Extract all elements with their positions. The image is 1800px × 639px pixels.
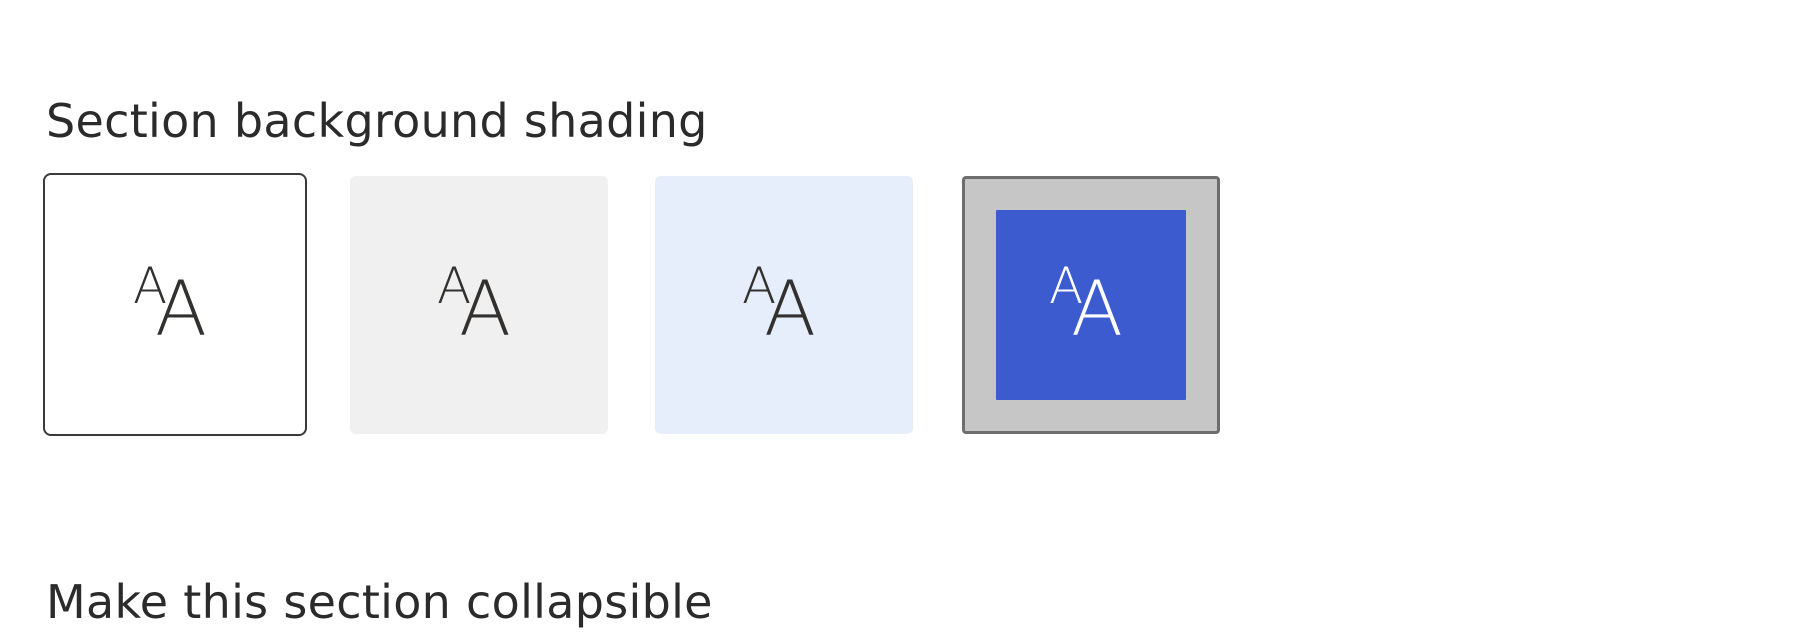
shading-option-neutral[interactable]: A A (350, 176, 608, 434)
shading-options-group: A A A A A A A A (43, 173, 1223, 438)
text-style-icon: A A (437, 257, 511, 353)
section-background-shading-label: Section background shading (46, 94, 708, 148)
shading-option-soft[interactable]: A A (655, 176, 913, 434)
text-style-icon: A A (742, 257, 816, 353)
shading-option-strong[interactable]: A A (962, 176, 1220, 434)
make-section-collapsible-label: Make this section collapsible (46, 575, 713, 629)
text-style-icon: A A (1049, 257, 1123, 353)
shading-option-strong-fill: A A (996, 210, 1186, 400)
text-style-icon: A A (133, 256, 207, 353)
shading-option-none[interactable]: A A (43, 173, 307, 436)
